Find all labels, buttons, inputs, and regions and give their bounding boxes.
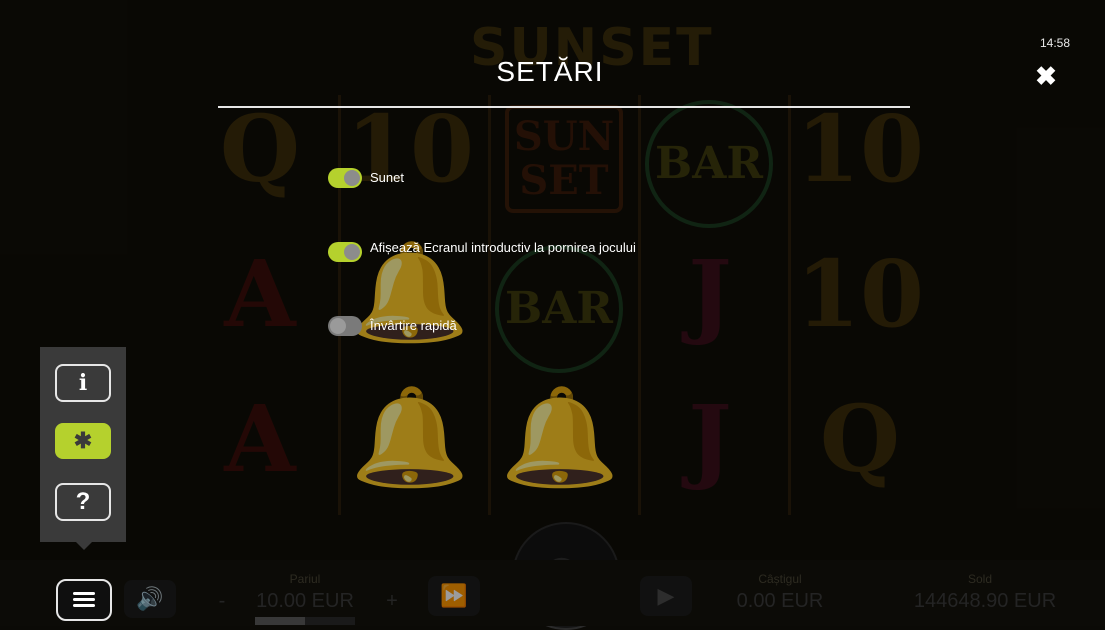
quick-spin-toggle[interactable]: [328, 316, 362, 336]
setting-sound: Sunet: [328, 168, 650, 188]
settings-button[interactable]: ✱: [55, 423, 111, 459]
info-icon: i: [78, 370, 88, 396]
settings-overlay: [0, 0, 1105, 626]
setting-label: Afișează Ecranul introductiv la pornirea…: [370, 240, 636, 255]
close-button[interactable]: ✖: [1032, 60, 1060, 91]
gear-icon: ✱: [73, 428, 93, 453]
toggle-knob: [344, 170, 360, 186]
info-button[interactable]: i: [55, 364, 111, 402]
menu-button[interactable]: [56, 579, 112, 621]
setting-intro-screen: Afișează Ecranul introductiv la pornirea…: [328, 238, 650, 262]
help-button[interactable]: ?: [55, 483, 111, 521]
intro-screen-toggle[interactable]: [328, 242, 362, 262]
toggle-knob: [344, 244, 360, 260]
setting-label: Sunet: [370, 170, 404, 185]
sound-toggle[interactable]: [328, 168, 362, 188]
dialog-title: SETĂRI: [496, 56, 604, 87]
clock: 14:58: [1040, 36, 1071, 50]
setting-label: Învârtire rapidă: [370, 318, 457, 333]
help-icon: ?: [75, 488, 91, 515]
setting-quick-spin: Învârtire rapidă: [328, 316, 650, 336]
title-divider: [218, 106, 910, 108]
hamburger-menu-icon: [73, 592, 95, 608]
side-menu-panel: i ✱ ?: [40, 347, 126, 550]
close-icon: ✖: [1035, 60, 1057, 91]
toggle-knob: [330, 318, 346, 334]
